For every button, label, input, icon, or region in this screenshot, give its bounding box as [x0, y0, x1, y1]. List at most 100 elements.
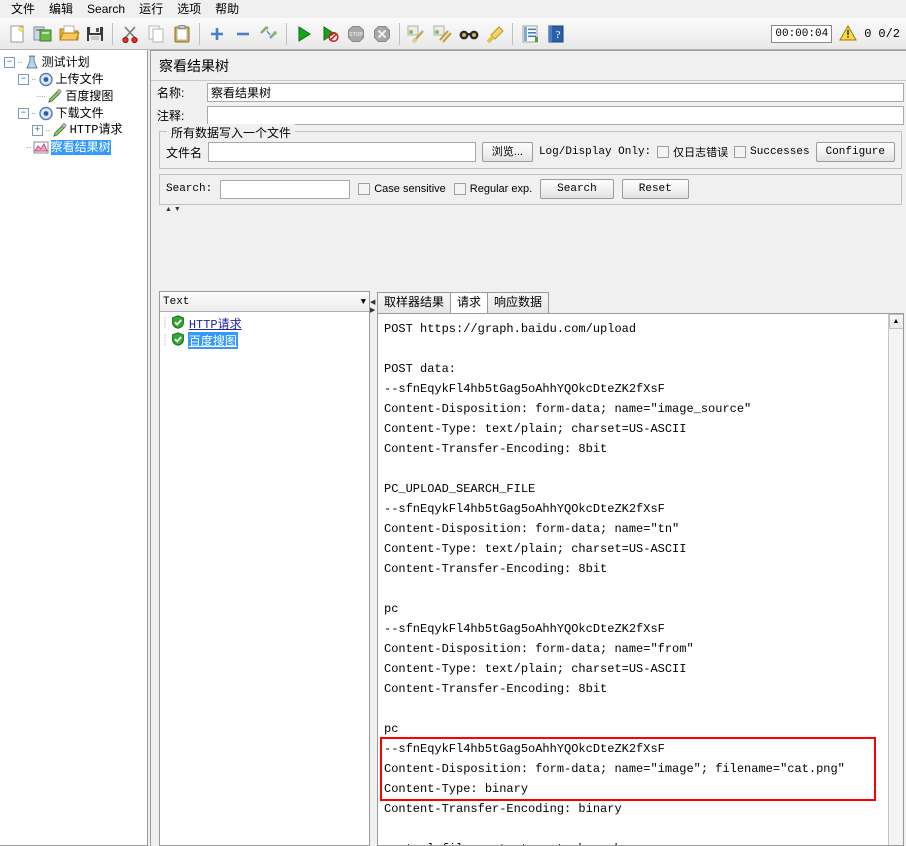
cut-icon[interactable] [117, 21, 143, 47]
request-text-area[interactable]: POST https://graph.baidu.com/upload POST… [378, 314, 888, 845]
request-line: Content-Type: text/plain; charset=US-ASC… [384, 662, 687, 676]
list-item[interactable]: ┊ HTTP请求 [162, 315, 367, 332]
render-selector-combo[interactable]: Text ▼ [160, 292, 369, 312]
menu-file[interactable]: 文件 [4, 1, 42, 17]
save-icon[interactable] [82, 21, 108, 47]
request-line: --sfnEqykFl4hb5tGag5oAhhYQOkcDteZK2fXsF [384, 742, 665, 756]
tree-node-view-results-tree[interactable]: ·· 察看结果树 [2, 139, 145, 156]
checkbox-box[interactable] [657, 146, 670, 158]
splitter-arrows[interactable]: ▲▼ [165, 206, 183, 213]
search-input[interactable] [220, 179, 351, 199]
tab-sampler-result[interactable]: 取样器结果 [377, 292, 452, 313]
tree-node-sampler-baidu[interactable]: ···· 百度搜图 [2, 88, 145, 105]
request-line: <actual file content, not shown here> [384, 839, 888, 845]
request-line: pc [384, 602, 399, 616]
chevron-down-icon[interactable]: ▼ [361, 297, 366, 307]
regular-exp-checkbox[interactable]: Regular exp. [453, 183, 532, 195]
scrollbar-track[interactable] [888, 329, 903, 845]
request-line: Content-Disposition: form-data; name="fr… [384, 642, 694, 656]
tree-node-label: 测试计划 [41, 55, 90, 69]
name-input[interactable] [207, 83, 904, 102]
open-icon[interactable] [56, 21, 82, 47]
tree-expand-handle[interactable]: − [4, 57, 15, 68]
tree-node-thread-group-download[interactable]: − ·· 下载文件 [2, 105, 145, 122]
menu-help[interactable]: 帮助 [208, 1, 246, 17]
tree-node-label: 察看结果树 [50, 140, 111, 155]
checkbox-box[interactable] [453, 183, 466, 195]
horizontal-splitter[interactable]: ▲▼ [159, 206, 902, 213]
menu-edit[interactable]: 编辑 [42, 1, 80, 17]
menu-search[interactable]: Search [80, 1, 132, 17]
request-line: POST https://graph.baidu.com/upload [384, 322, 637, 336]
help-icon[interactable]: ? [543, 21, 569, 47]
tree-node-thread-group-upload[interactable]: − ·· 上传文件 [2, 71, 145, 88]
copy-icon[interactable] [143, 21, 169, 47]
tree-expand-handle[interactable]: + [32, 125, 43, 136]
errors-only-checkbox[interactable]: 仅日志错误 [657, 144, 728, 160]
collapse-icon[interactable] [230, 21, 256, 47]
checkbox-box[interactable] [358, 183, 371, 195]
request-line: Content-Transfer-Encoding: 8bit [384, 682, 608, 696]
start-no-timers-icon[interactable] [317, 21, 343, 47]
request-line [384, 699, 888, 719]
groupbox-title: 所有数据写入一个文件 [167, 124, 296, 141]
menu-run[interactable]: 运行 [132, 1, 170, 17]
templates-icon[interactable] [30, 21, 56, 47]
menu-options[interactable]: 选项 [170, 1, 208, 17]
results-list[interactable]: ┊ HTTP请求 ┊ 百度搜图 [160, 312, 369, 845]
list-item[interactable]: ┊ 百度搜图 [162, 332, 367, 349]
request-line: Content-Disposition: form-data; name="im… [384, 402, 752, 416]
successes-checkbox[interactable]: Successes [734, 146, 810, 158]
paste-icon[interactable] [169, 21, 195, 47]
reset-button[interactable]: Reset [621, 179, 689, 199]
scroll-up-icon[interactable]: ▲ [888, 314, 903, 329]
tree-expand-handle[interactable]: − [18, 74, 29, 85]
search-icon[interactable] [456, 21, 482, 47]
clear-all-icon[interactable] [430, 21, 456, 47]
tab-request[interactable]: 请求 [450, 292, 489, 313]
warning-count: 0 [864, 27, 872, 41]
active-thread-count: 0/2 [878, 27, 900, 41]
tree-node-label: HTTP请求 [69, 123, 123, 137]
tree-node-test-plan[interactable]: − ·· 测试计划 [2, 54, 145, 71]
filename-label: 文件名 [166, 145, 203, 160]
tab-response-data[interactable]: 响应数据 [487, 292, 550, 313]
configure-button[interactable]: Configure [815, 142, 895, 162]
toggle-icon[interactable] [256, 21, 282, 47]
tab-strip: 取样器结果 请求 响应数据 [377, 291, 904, 313]
request-line: --sfnEqykFl4hb5tGag5oAhhYQOkcDteZK2fXsF [384, 502, 665, 516]
filename-input[interactable] [208, 142, 476, 162]
log-display-only-label: Log/Display Only: [538, 146, 652, 158]
toolbar-separator [112, 22, 113, 45]
browse-button[interactable]: 浏览... [481, 142, 533, 162]
list-item-label: 百度搜图 [187, 332, 238, 349]
new-icon[interactable] [4, 21, 30, 47]
splitter-arrows[interactable]: ◀ ▶ [370, 299, 375, 315]
request-line [384, 459, 888, 479]
expand-icon[interactable] [204, 21, 230, 47]
start-icon[interactable] [291, 21, 317, 47]
list-item-label: HTTP请求 [188, 318, 242, 332]
success-status-icon [171, 332, 185, 349]
toolbar-status: 00:00:04 0 0/2 [771, 18, 900, 50]
checkbox-box[interactable] [734, 146, 747, 158]
search-button[interactable]: Search [540, 179, 614, 199]
vertical-scrollbar[interactable]: ▲ [888, 314, 903, 845]
function-helper-icon[interactable] [517, 21, 543, 47]
tree-expand-handle[interactable]: − [18, 108, 29, 119]
search-reset-icon[interactable] [482, 21, 508, 47]
stop-icon[interactable]: STOP [343, 21, 369, 47]
tree-node-sampler-http-request[interactable]: + ·· HTTP请求 [2, 122, 145, 139]
elapsed-timer: 00:00:04 [771, 25, 833, 43]
test-plan-tree[interactable]: − ·· 测试计划 − ·· 上传文件 ·· ·· 百度搜图 − ·· 下载文件 … [0, 50, 147, 156]
tree-connector: ·· [26, 142, 32, 153]
shutdown-icon[interactable] [369, 21, 395, 47]
tree-connector: ·· [31, 74, 37, 85]
vertical-splitter[interactable]: ◀ ▶ [370, 291, 377, 846]
clear-icon[interactable] [404, 21, 430, 47]
warning-icon[interactable] [839, 24, 858, 44]
case-sensitive-checkbox[interactable]: Case sensitive [358, 183, 446, 195]
tree-connector: ·· [45, 125, 51, 136]
comment-input[interactable] [207, 106, 904, 125]
request-text-area-wrap: POST https://graph.baidu.com/upload POST… [377, 313, 904, 846]
